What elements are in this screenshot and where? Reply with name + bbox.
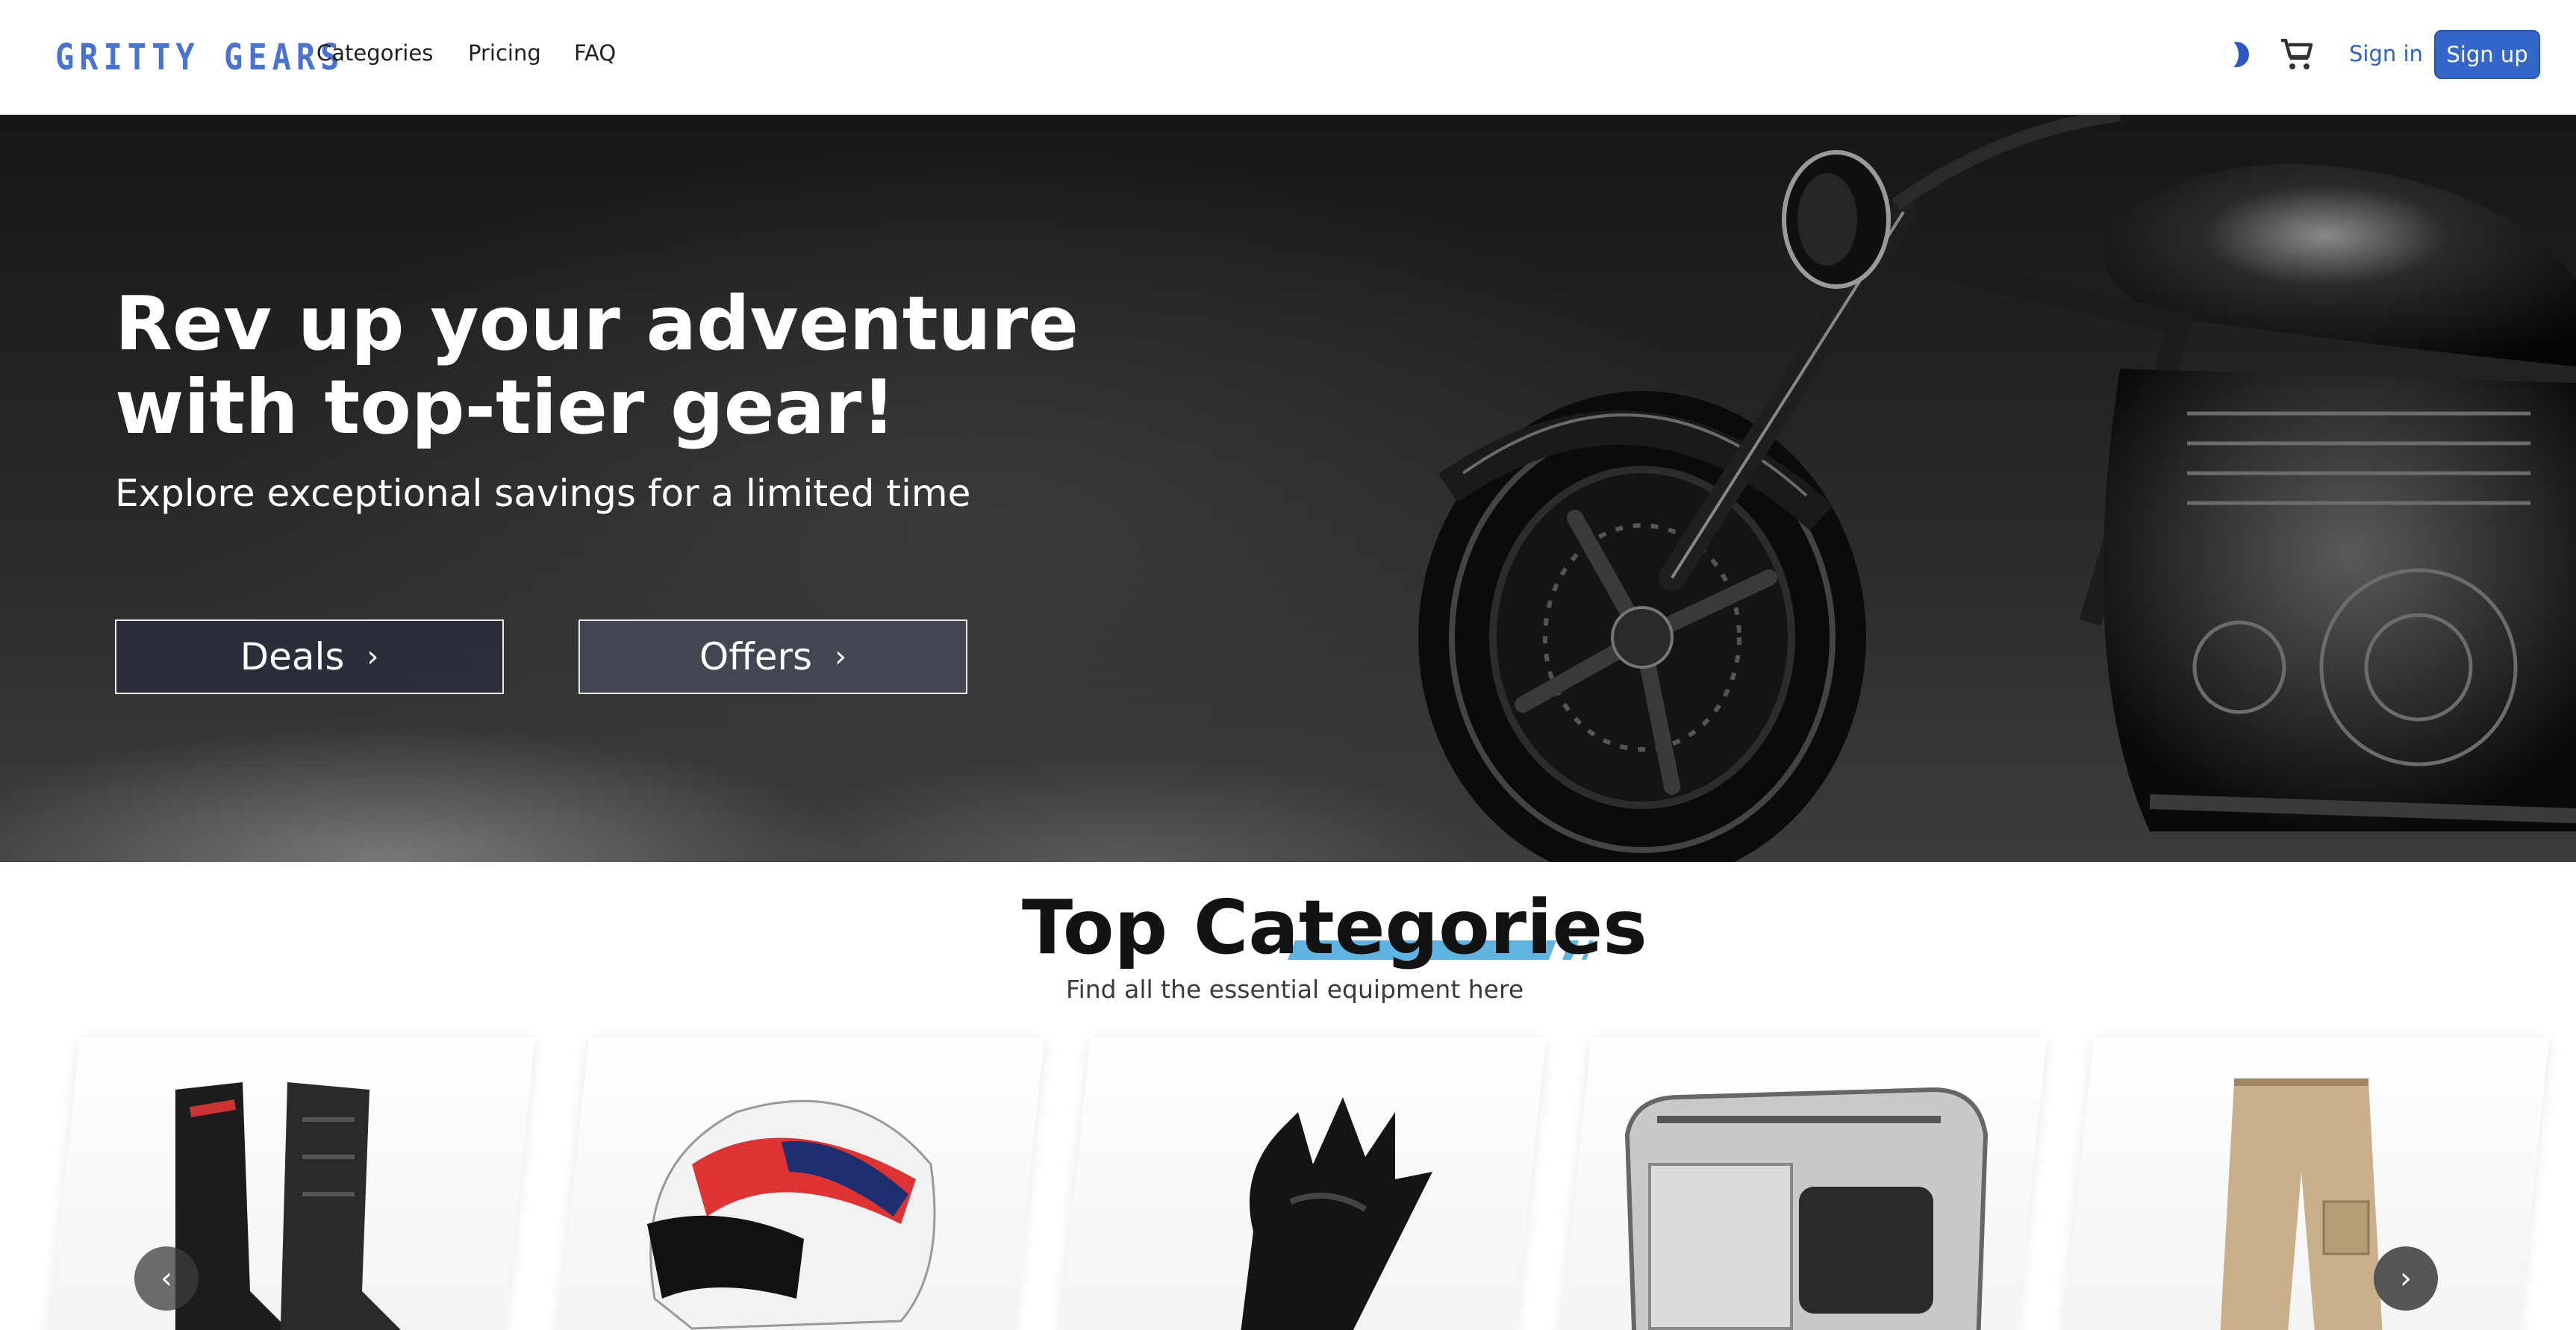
section-title: Top Categories [1022,884,1647,971]
hero-title: Rev up your adventure with top-tier gear… [115,280,1079,451]
chevron-right-icon: › [367,640,379,674]
nav-link-categories[interactable]: Categories [316,40,433,66]
category-card-pants[interactable] [2060,1037,2550,1330]
category-card-boots[interactable] [46,1037,536,1330]
motorcycle-image [1418,115,2576,862]
chevron-right-icon: › [835,640,847,674]
brand-logo[interactable]: GRITTY GEARS [55,36,344,78]
hero-banner: Rev up your adventure with top-tier gear… [0,115,2576,862]
section-subtitle: Find all the essential equipment here [1066,975,1524,1004]
category-card-top-case[interactable] [1558,1037,2048,1330]
offers-button[interactable]: Offers › [578,619,967,694]
offers-label: Offers [699,635,813,678]
carousel-prev-button[interactable]: ‹ [134,1246,199,1311]
carousel-next-button[interactable]: › [2374,1246,2438,1311]
deals-button[interactable]: Deals › [115,619,504,694]
gloves-image [1238,1097,1432,1330]
chevron-left-icon: ‹ [160,1261,172,1296]
cart-icon[interactable] [2280,39,2315,72]
sign-in-link[interactable]: Sign in [2349,41,2423,66]
hero-subtitle: Explore exceptional savings for a limite… [115,472,971,515]
navbar: GRITTY GEARS Categories Pricing FAQ Sign… [0,0,2576,115]
nav-link-faq[interactable]: FAQ [574,40,616,66]
sign-up-button[interactable]: Sign up [2434,30,2540,79]
category-card-gloves[interactable] [1057,1037,1547,1330]
top-case-image [1624,1087,1989,1330]
nav-link-pricing[interactable]: Pricing [468,40,541,66]
chevron-right-icon: › [2400,1261,2412,1296]
helmet-image [647,1099,936,1330]
category-card-helmet[interactable] [555,1037,1045,1330]
deals-label: Deals [240,635,345,678]
moon-icon[interactable] [2224,42,2249,67]
